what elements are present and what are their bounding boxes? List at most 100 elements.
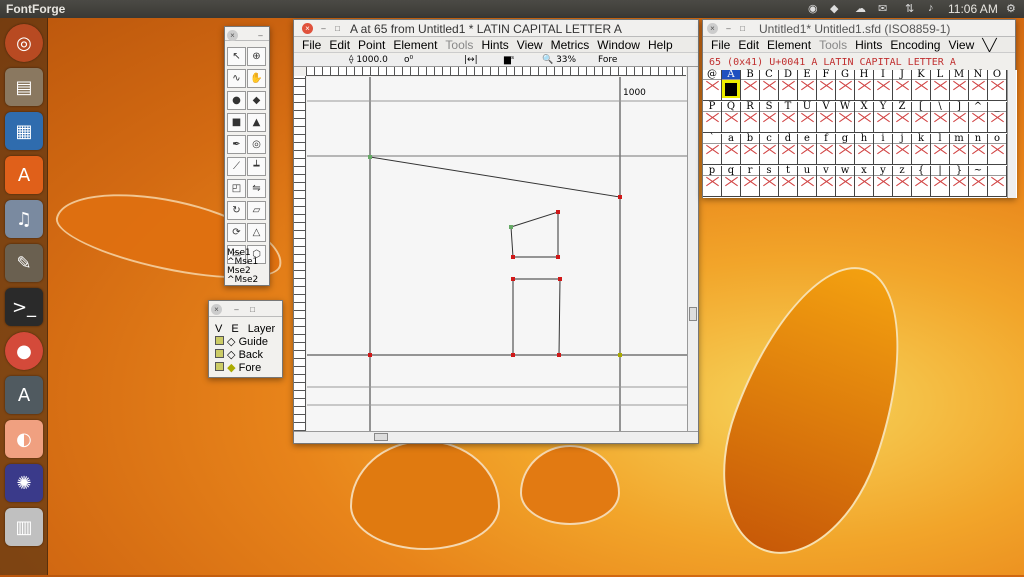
menu-edit[interactable]: Edit [325,37,354,52]
glyph-cell[interactable]: ~ [969,166,988,197]
glyph-cell[interactable]: ^ [969,102,988,133]
pen-tool-icon[interactable]: ✒ [227,135,246,154]
glyph-cell[interactable]: { [912,166,931,197]
menu-view[interactable]: View [944,37,978,52]
maximize-icon[interactable]: □ [332,23,343,34]
software-center-icon[interactable]: A [5,156,43,194]
volume-icon[interactable]: ♪ [928,2,934,14]
menu-metrics[interactable]: Metrics [547,37,594,52]
maximize-icon[interactable]: □ [737,23,748,34]
horizontal-scrollbar[interactable] [294,431,698,443]
network-icon[interactable]: ⇅ [905,2,914,15]
glyph-cell[interactable]: w [836,166,855,197]
ubuntu-logo-icon[interactable]: ◎ [5,24,43,62]
glyph-cell[interactable]: a [722,134,741,165]
glyph-cell[interactable]: t [779,166,798,197]
gear-icon[interactable]: ⚙ [1006,2,1016,15]
minimize-icon[interactable]: – [318,23,329,34]
terminal-icon[interactable]: >_ [5,288,43,326]
menu-encoding[interactable]: Encoding [886,37,944,52]
menu-help[interactable]: Help [644,37,677,52]
menu-tools[interactable]: Tools [815,37,851,52]
glyph-cell[interactable]: N [969,70,988,101]
glyph-cell[interactable]: S [760,102,779,133]
glyph-cell[interactable]: X [855,102,874,133]
vertical-scrollbar[interactable] [1007,70,1016,198]
glyph-cell[interactable]: m [950,134,969,165]
glyph-cell[interactable]: f [817,134,836,165]
glyph-cell[interactable]: e [798,134,817,165]
files-icon[interactable]: ▤ [5,68,43,106]
glyph-cell[interactable]: M [950,70,969,101]
scroll-thumb[interactable] [374,433,388,441]
perspective-tool-icon[interactable]: △ [247,223,266,242]
menu-point[interactable]: Point [354,37,389,52]
flip-tool-icon[interactable]: ⇋ [247,179,266,198]
vertical-scrollbar[interactable] [687,67,698,431]
freehand-tool-icon[interactable]: ∿ [227,69,246,88]
glyph-cell[interactable]: K [912,70,931,101]
glyph-cell[interactable]: @ [703,70,722,101]
glyph-cell[interactable]: p [703,166,722,197]
hv-curve-tool-icon[interactable]: ◆ [247,91,266,110]
layer-row[interactable]: ◆ Fore [215,362,268,375]
glyph-cell[interactable]: s [760,166,779,197]
glyph-cell[interactable]: k [912,134,931,165]
glyph-cell[interactable]: A [722,70,741,101]
glyph-cell[interactable]: c [760,134,779,165]
glyph-cell[interactable]: W [836,102,855,133]
chrome-icon[interactable]: ● [5,332,43,370]
menu-window[interactable]: Window [593,37,644,52]
glyph-cell[interactable] [988,166,1007,197]
glyph-cell[interactable]: B [741,70,760,101]
glyph-cell[interactable]: U [798,102,817,133]
menu-file[interactable]: File [298,37,325,52]
glyph-cell[interactable]: l [931,134,950,165]
pointer-tool-icon[interactable]: ↖ [227,47,246,66]
maximize-icon[interactable]: □ [247,304,258,315]
menu-tools[interactable]: Tools [441,37,477,52]
glyph-cell[interactable]: Z [893,102,912,133]
tray-icon[interactable]: ◉ [808,2,818,15]
menu-hints[interactable]: Hints [851,37,886,52]
rotate-tool-icon[interactable]: ↻ [227,201,246,220]
corner-point-tool-icon[interactable]: ■ [227,113,246,132]
glyph-cell[interactable]: z [893,166,912,197]
menu-element[interactable]: Element [763,37,815,52]
glyph-cell[interactable]: Q [722,102,741,133]
minimize-icon[interactable]: – [255,30,266,41]
3d-rotate-tool-icon[interactable]: ⟳ [227,223,246,242]
glyph-cell[interactable]: [ [912,102,931,133]
skew-tool-icon[interactable]: ▱ [247,201,266,220]
glyph-cell[interactable]: P [703,102,722,133]
glyph-cell[interactable]: o [988,134,1007,165]
fontforge-icon[interactable]: ▥ [5,508,43,546]
glyph-cell[interactable]: b [741,134,760,165]
glyph-cell[interactable]: n [969,134,988,165]
glyph-cell[interactable]: R [741,102,760,133]
minimize-icon[interactable]: – [723,23,734,34]
tray-icon[interactable]: ◆ [830,2,838,15]
tangent-tool-icon[interactable]: ▲ [247,113,266,132]
glyph-cell[interactable]: O [988,70,1007,101]
glyph-cell[interactable]: D [779,70,798,101]
scroll-thumb[interactable] [689,307,697,321]
checkbox[interactable] [215,336,224,345]
glyph-cell[interactable]: j [893,134,912,165]
menu-file[interactable]: File [707,37,734,52]
checkbox[interactable] [215,349,224,358]
glyph-cell[interactable]: I [874,70,893,101]
audio-player-icon[interactable]: ♫ [5,200,43,238]
close-icon[interactable]: × [211,304,222,315]
glyph-cell[interactable]: h [855,134,874,165]
spiro-tool-icon[interactable]: ◎ [247,135,266,154]
menu-view[interactable]: View [513,37,547,52]
glyph-cell[interactable]: T [779,102,798,133]
glyph-cell[interactable]: _ [988,102,1007,133]
glyph-cell[interactable]: L [931,70,950,101]
minimize-icon[interactable]: – [231,304,242,315]
overflow-chevron-icon[interactable]: ╲╱ [978,37,1000,52]
glyph-cell[interactable]: J [893,70,912,101]
layer-row[interactable]: ◇ Back [215,349,268,362]
glyph-cell[interactable]: u [798,166,817,197]
